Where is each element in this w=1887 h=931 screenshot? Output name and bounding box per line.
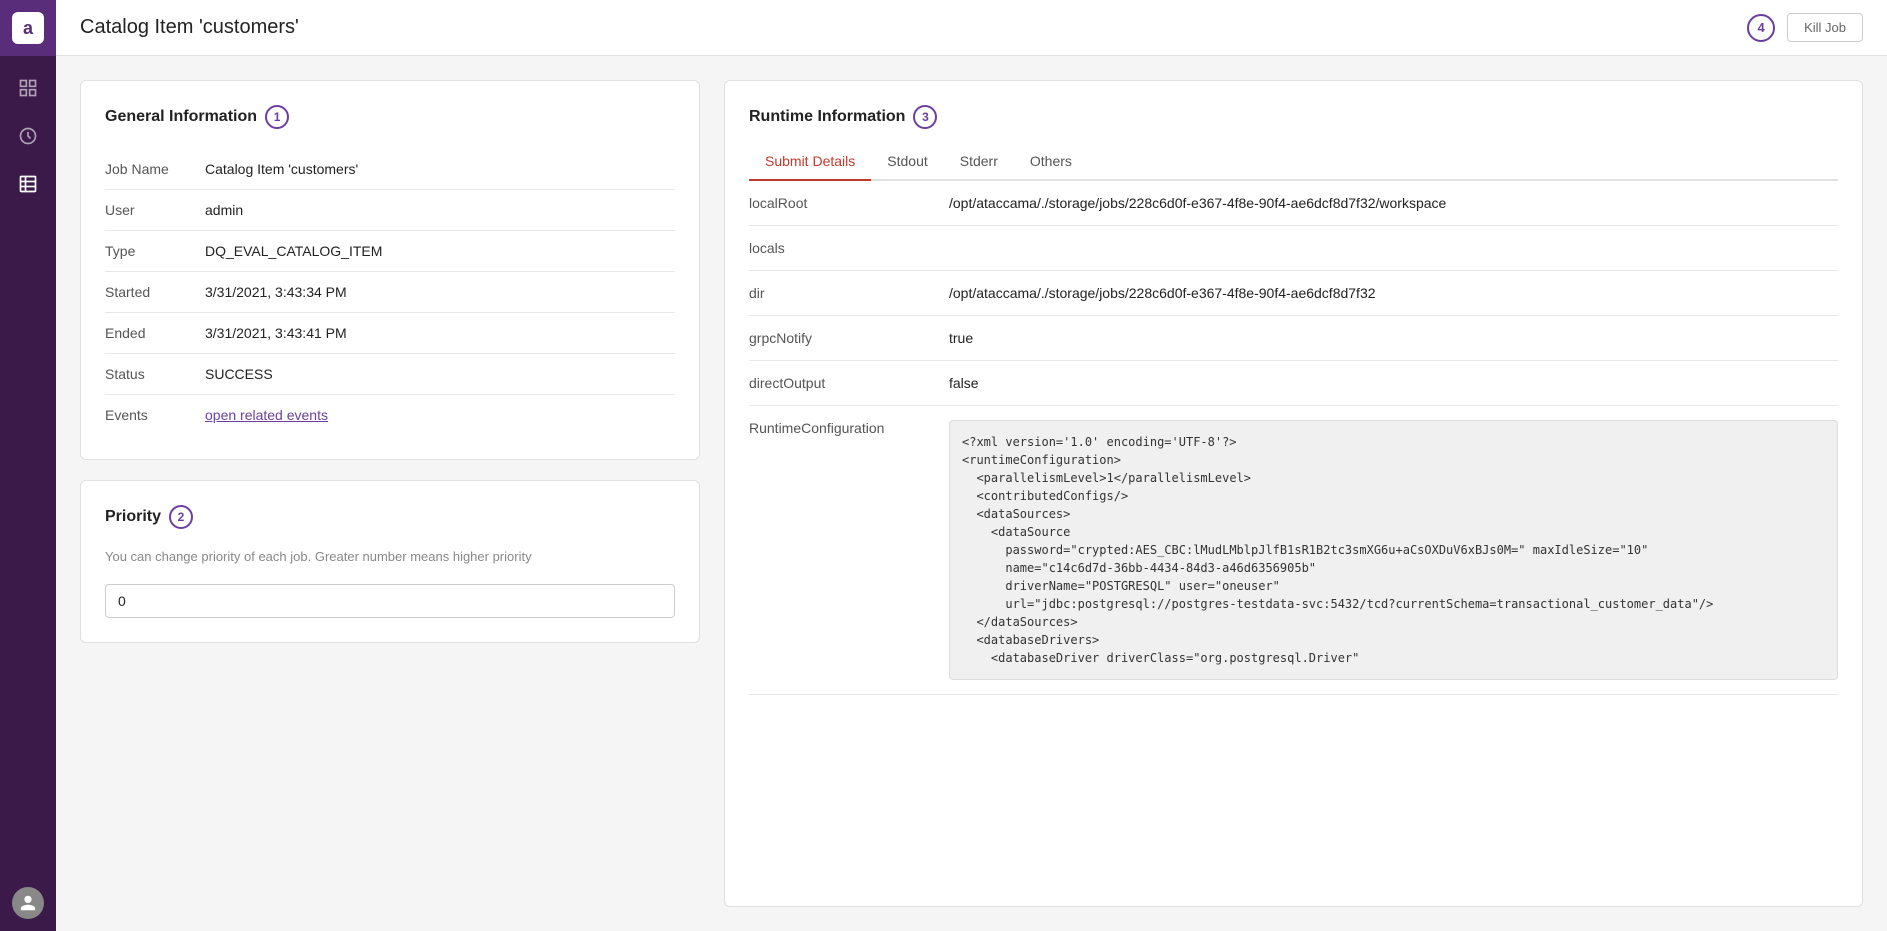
runtime-tabs: Submit Details Stdout Stderr Others [749,145,1838,181]
value-ended: 3/31/2021, 3:43:41 PM [205,325,347,341]
runtime-title: Runtime Information [749,108,905,126]
priority-hint: You can change priority of each job. Gre… [105,549,675,564]
runtime-row-localroot: localRoot /opt/ataccama/./storage/jobs/2… [749,181,1838,226]
page-body: General Information 1 Job Name Catalog I… [56,56,1887,931]
general-info-table: Job Name Catalog Item 'customers' User a… [105,149,675,435]
sidebar-bottom [12,887,44,931]
app-logo[interactable]: a [0,0,56,56]
xml-content-block[interactable]: <?xml version='1.0' encoding='UTF-8'?> <… [949,420,1838,680]
value-directoutput: false [949,375,1838,391]
priority-header: Priority 2 [105,505,675,529]
runtime-row-runtimeconfig: RuntimeConfiguration <?xml version='1.0'… [749,406,1838,695]
page-header: Catalog Item 'customers' 4 Kill Job [56,0,1887,56]
value-user: admin [205,202,243,218]
key-dir: dir [749,285,949,301]
page-title: Catalog Item 'customers' [80,16,1747,39]
kill-job-button[interactable]: Kill Job [1787,13,1863,42]
label-started: Started [105,284,205,300]
key-locals: locals [749,240,949,256]
priority-title: Priority [105,508,161,526]
label-events: Events [105,407,205,423]
general-info-badge: 1 [265,105,289,129]
priority-card: Priority 2 You can change priority of ea… [80,480,700,643]
logo-letter: a [12,12,44,44]
tab-others[interactable]: Others [1014,145,1088,181]
runtime-row-locals: locals [749,226,1838,271]
info-row-jobname: Job Name Catalog Item 'customers' [105,149,675,190]
user-avatar[interactable] [12,887,44,919]
general-info-header: General Information 1 [105,105,675,129]
info-row-user: User admin [105,190,675,231]
runtime-data: localRoot /opt/ataccama/./storage/jobs/2… [749,181,1838,882]
info-row-events: Events open related events [105,395,675,435]
label-ended: Ended [105,325,205,341]
sidebar-item-grid[interactable] [0,64,56,112]
label-user: User [105,202,205,218]
sidebar-item-table[interactable] [0,160,56,208]
key-grpcnotify: grpcNotify [749,330,949,346]
value-localroot: /opt/ataccama/./storage/jobs/228c6d0f-e3… [949,195,1838,211]
sidebar-item-clock[interactable] [0,112,56,160]
general-info-card: General Information 1 Job Name Catalog I… [80,80,700,460]
tab-submit-details[interactable]: Submit Details [749,145,871,181]
label-status: Status [105,366,205,382]
value-grpcnotify: true [949,330,1838,346]
general-info-title: General Information [105,108,257,126]
runtime-row-dir: dir /opt/ataccama/./storage/jobs/228c6d0… [749,271,1838,316]
value-jobname: Catalog Item 'customers' [205,161,358,177]
value-type: DQ_EVAL_CATALOG_ITEM [205,243,382,259]
key-localroot: localRoot [749,195,949,211]
tab-stderr[interactable]: Stderr [944,145,1014,181]
runtime-row-directoutput: directOutput false [749,361,1838,406]
open-related-events-link[interactable]: open related events [205,407,328,423]
value-dir: /opt/ataccama/./storage/jobs/228c6d0f-e3… [949,285,1838,301]
sidebar: a [0,0,56,931]
runtime-badge: 3 [913,105,937,129]
runtime-row-grpcnotify: grpcNotify true [749,316,1838,361]
label-type: Type [105,243,205,259]
value-status: SUCCESS [205,366,273,382]
value-runtimeconfig: <?xml version='1.0' encoding='UTF-8'?> <… [949,420,1838,680]
header-badge: 4 [1747,14,1775,42]
info-row-status: Status SUCCESS [105,354,675,395]
main-content: Catalog Item 'customers' 4 Kill Job Gene… [56,0,1887,931]
key-runtimeconfig: RuntimeConfiguration [749,420,949,436]
priority-badge: 2 [169,505,193,529]
info-row-started: Started 3/31/2021, 3:43:34 PM [105,272,675,313]
priority-input[interactable] [105,584,675,618]
left-panel: General Information 1 Job Name Catalog I… [80,80,700,907]
right-panel: Runtime Information 3 Submit Details Std… [724,80,1863,907]
runtime-header: Runtime Information 3 [749,105,1838,129]
runtime-info-card: Runtime Information 3 Submit Details Std… [724,80,1863,907]
label-jobname: Job Name [105,161,205,177]
tab-stdout[interactable]: Stdout [871,145,943,181]
info-row-ended: Ended 3/31/2021, 3:43:41 PM [105,313,675,354]
info-row-type: Type DQ_EVAL_CATALOG_ITEM [105,231,675,272]
key-directoutput: directOutput [749,375,949,391]
value-started: 3/31/2021, 3:43:34 PM [205,284,347,300]
